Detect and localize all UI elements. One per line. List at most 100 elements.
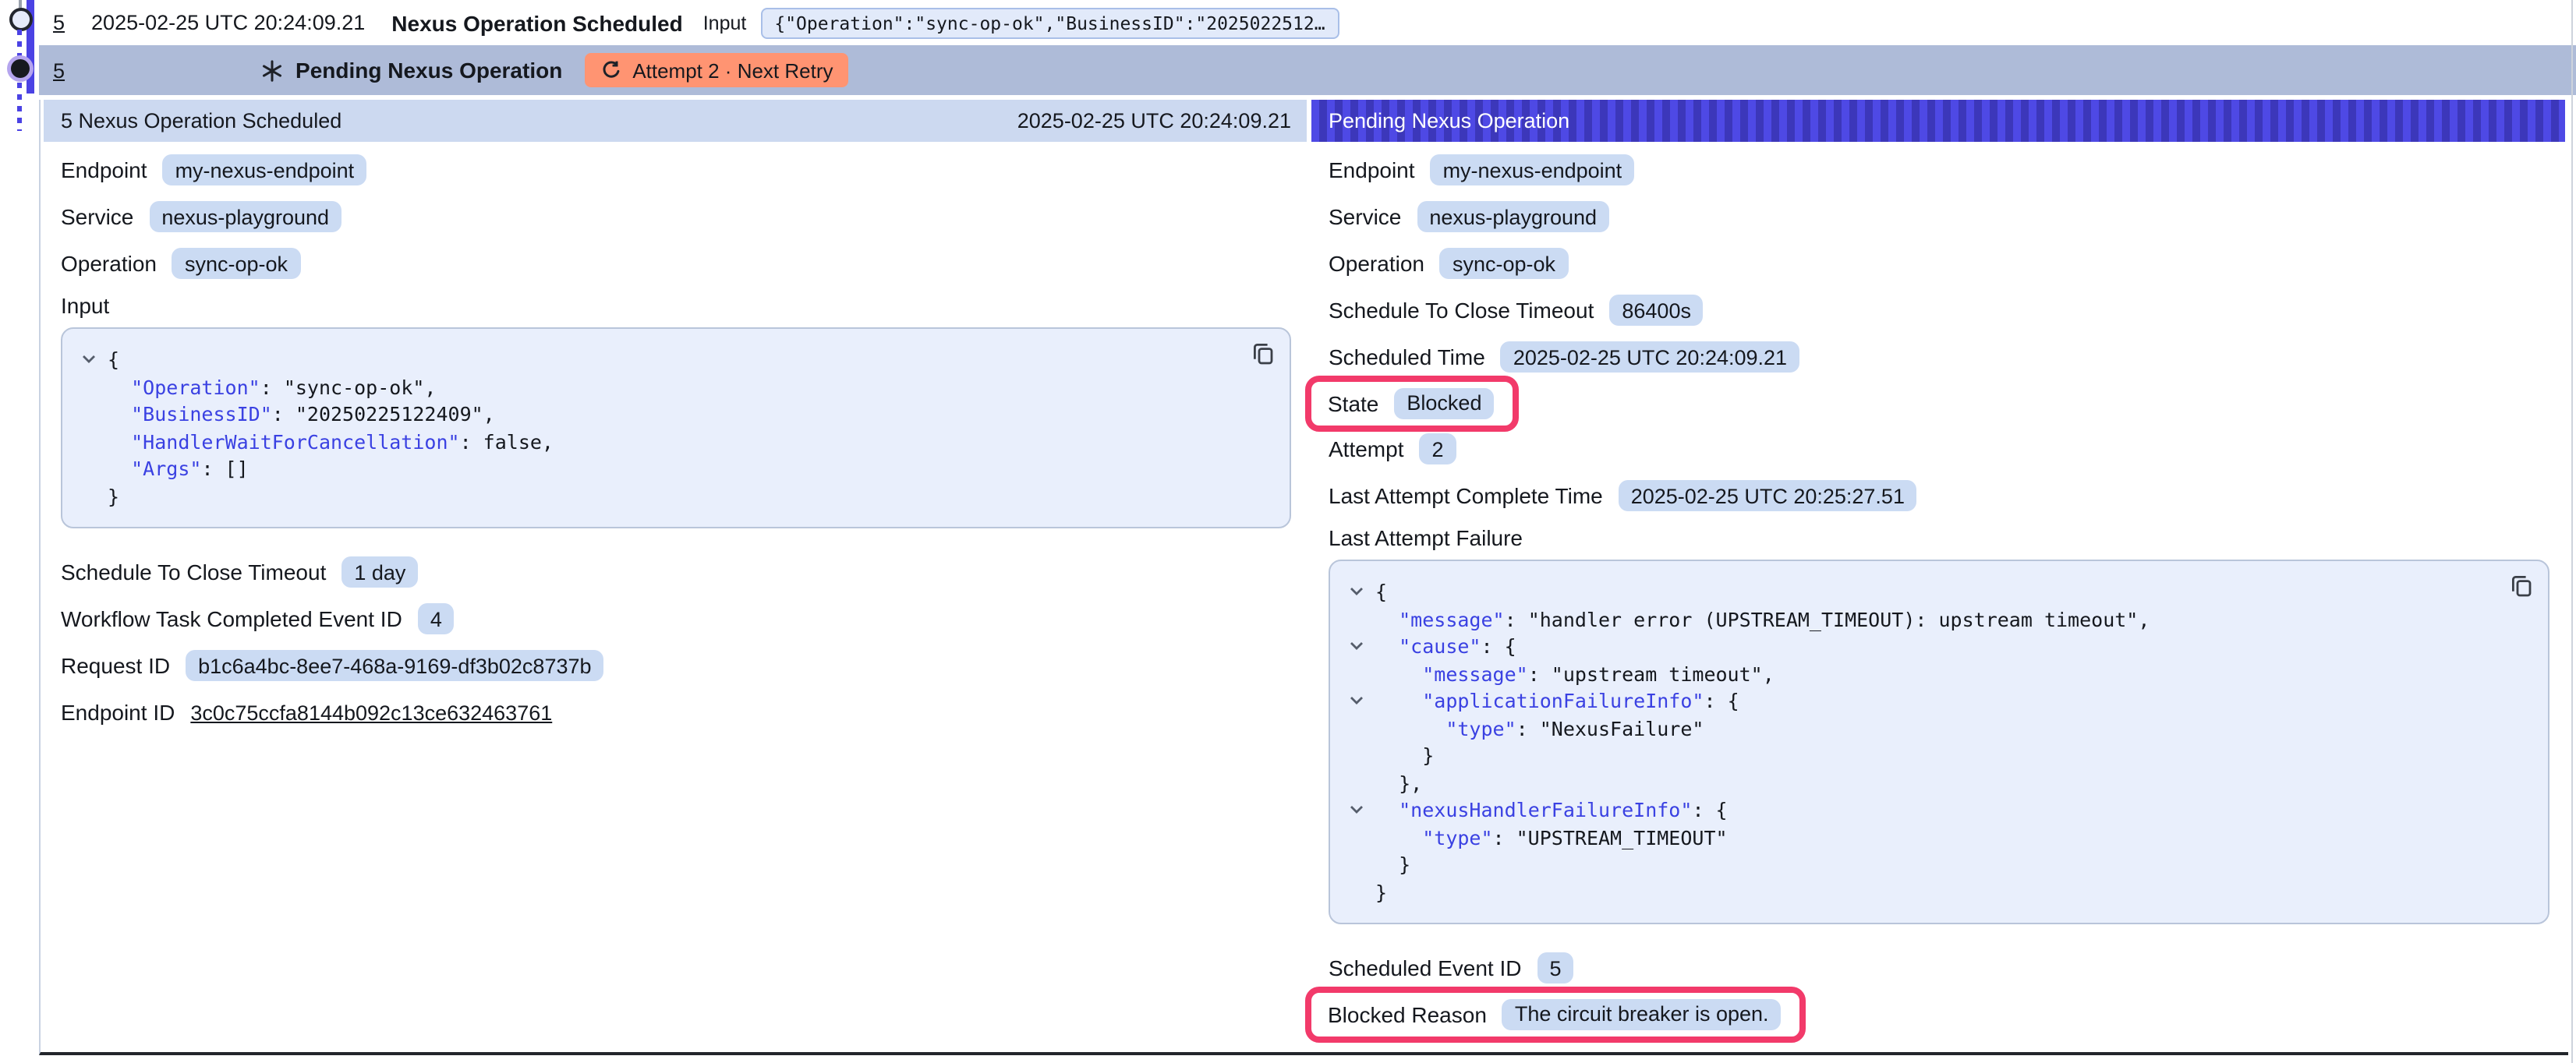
code-line: } (1349, 878, 2529, 906)
event-id-link[interactable]: 5 (53, 11, 65, 34)
detail-field-row: Operation sync-op-ok (1329, 246, 1568, 281)
collapse-chevron-icon[interactable] (1349, 633, 1375, 660)
pending-operation-header: Pending Nexus Operation (1311, 100, 2565, 142)
detail-field-row: Scheduled Event ID 5 (1329, 951, 1574, 985)
code-gutter (1349, 606, 1375, 633)
code-text: } (1375, 878, 1387, 906)
pending-operation-row[interactable]: 5 Pending Nexus Operation Attempt 2 · Ne… (39, 45, 2576, 95)
code-gutter (81, 482, 108, 510)
code-text: "type": "NexusFailure" (1375, 715, 1704, 742)
code-text: "Operation": "sync-op-ok", (108, 373, 437, 401)
detail-field-row: Endpoint ID 3c0c75ccfa8144b092c13ce63246… (61, 695, 552, 729)
event-timeline (0, 0, 42, 296)
code-gutter (1349, 878, 1375, 906)
field-value: nexus-playground (149, 201, 341, 232)
code-line: "message": "handler error (UPSTREAM_TIME… (1349, 606, 2529, 633)
code-text: { (1375, 578, 1387, 606)
detail-field-row: Endpoint my-nexus-endpoint (1329, 153, 1634, 187)
detail-field-row: Service nexus-playground (61, 200, 341, 234)
field-label: State (1328, 390, 1378, 415)
field-value-link[interactable]: 3c0c75ccfa8144b092c13ce632463761 (190, 701, 552, 724)
field-label: Scheduled Event ID (1329, 955, 1522, 980)
event-summary-row[interactable]: 5 2025-02-25 UTC 20:24:09.21 Nexus Opera… (0, 0, 2576, 45)
code-line: "nexusHandlerFailureInfo": { (1349, 796, 2529, 824)
code-gutter (1349, 851, 1375, 878)
field-value: sync-op-ok (1440, 248, 1568, 279)
code-gutter (81, 401, 108, 428)
pending-asterisk-icon (260, 58, 283, 82)
pending-operation-title: Pending Nexus Operation (295, 58, 562, 83)
field-label: Endpoint (61, 157, 147, 182)
field-label: Service (61, 204, 133, 229)
copy-icon[interactable] (2509, 574, 2534, 599)
timeline-dashed-connector (18, 30, 22, 56)
code-text: } (1375, 851, 1410, 878)
collapse-chevron-icon[interactable] (1349, 578, 1375, 606)
field-label: Service (1329, 204, 1401, 229)
code-line: }, (1349, 769, 2529, 796)
code-text: }, (1375, 769, 1422, 796)
code-gutter (1349, 715, 1375, 742)
failure-code-label: Last Attempt Failure (1329, 525, 2565, 550)
field-label: Scheduled Time (1329, 344, 1485, 369)
detail-field-row: Workflow Task Completed Event ID 4 (61, 602, 455, 636)
field-value: sync-op-ok (172, 248, 300, 279)
code-line: } (1349, 851, 2529, 878)
code-text: "HandlerWaitForCancellation": false, (108, 428, 554, 455)
event-detail-fields-top: Endpoint my-nexus-endpoint Service nexus… (44, 142, 1307, 281)
input-json-block: { "Operation": "sync-op-ok", "BusinessID… (61, 327, 1291, 528)
field-value: 2025-02-25 UTC 20:25:27.51 (1619, 480, 1917, 511)
detail-field-row: Attempt 2 (1329, 432, 1456, 466)
collapse-chevron-icon[interactable] (1349, 796, 1375, 824)
field-label: Operation (1329, 251, 1424, 276)
event-input-label: Input (703, 12, 747, 34)
field-value: nexus-playground (1417, 201, 1609, 232)
event-node-icon[interactable] (9, 7, 32, 30)
code-line: { (81, 346, 1271, 373)
pending-fields-bottom: Scheduled Event ID 5 Blocked Reason The … (1311, 940, 2565, 1042)
field-label: Endpoint ID (61, 700, 175, 725)
code-text: "Args": [] (108, 455, 249, 482)
field-label: Schedule To Close Timeout (61, 560, 326, 584)
detail-field-row: Last Attempt Complete Time 2025-02-25 UT… (1329, 479, 1917, 513)
code-text: } (108, 482, 119, 510)
detail-field-row: Schedule To Close Timeout 86400s (1329, 293, 1704, 327)
field-value: 2 (1420, 433, 1456, 464)
event-input-preview[interactable]: {"Operation":"sync-op-ok","BusinessID":"… (760, 7, 1339, 38)
scrollbar-track[interactable] (2571, 0, 2573, 1063)
field-label: Attempt (1329, 436, 1404, 461)
code-gutter (81, 373, 108, 401)
event-detail-header-timestamp: 2025-02-25 UTC 20:24:09.21 (1017, 109, 1291, 132)
detail-field-row: Request ID b1c6a4bc-8ee7-468a-9169-df3b0… (61, 648, 604, 683)
detail-field-row: Schedule To Close Timeout 1 day (61, 555, 418, 589)
field-value: my-nexus-endpoint (1431, 154, 1635, 185)
code-gutter (1349, 660, 1375, 687)
code-gutter (81, 428, 108, 455)
copy-icon[interactable] (1251, 341, 1276, 366)
field-value: 86400s (1609, 295, 1704, 326)
detail-field-row: Endpoint my-nexus-endpoint (61, 153, 366, 187)
field-label: Request ID (61, 653, 170, 678)
detail-field-row: Blocked Reason The circuit breaker is op… (1304, 986, 1806, 1042)
field-label: Schedule To Close Timeout (1329, 298, 1594, 323)
attempt-retry-badge: Attempt 2 · Next Retry (584, 53, 848, 87)
detail-field-row: State Blocked (1304, 375, 1519, 431)
code-text: { (108, 346, 119, 373)
code-line: "applicationFailureInfo": { (1349, 687, 2529, 715)
field-label: Blocked Reason (1328, 1001, 1487, 1026)
event-timestamp: 2025-02-25 UTC 20:24:09.21 (91, 11, 365, 34)
code-line: { (1349, 578, 2529, 606)
collapse-chevron-icon[interactable] (1349, 687, 1375, 715)
code-text: "cause": { (1375, 633, 1516, 660)
pending-operation-header-title: Pending Nexus Operation (1329, 109, 1569, 132)
code-line: "type": "UPSTREAM_TIMEOUT" (1349, 824, 2529, 851)
pending-event-id-link[interactable]: 5 (53, 58, 65, 82)
collapse-chevron-icon[interactable] (81, 346, 108, 373)
pending-operation-panel: Pending Nexus Operation Endpoint my-nexu… (1311, 100, 2565, 1052)
selected-event-node-icon[interactable] (10, 59, 29, 78)
code-line: "BusinessID": "20250225122409", (81, 401, 1271, 428)
code-gutter (1349, 769, 1375, 796)
field-label: Endpoint (1329, 157, 1415, 182)
code-line: "Args": [] (81, 455, 1271, 482)
field-label: Operation (61, 251, 157, 276)
